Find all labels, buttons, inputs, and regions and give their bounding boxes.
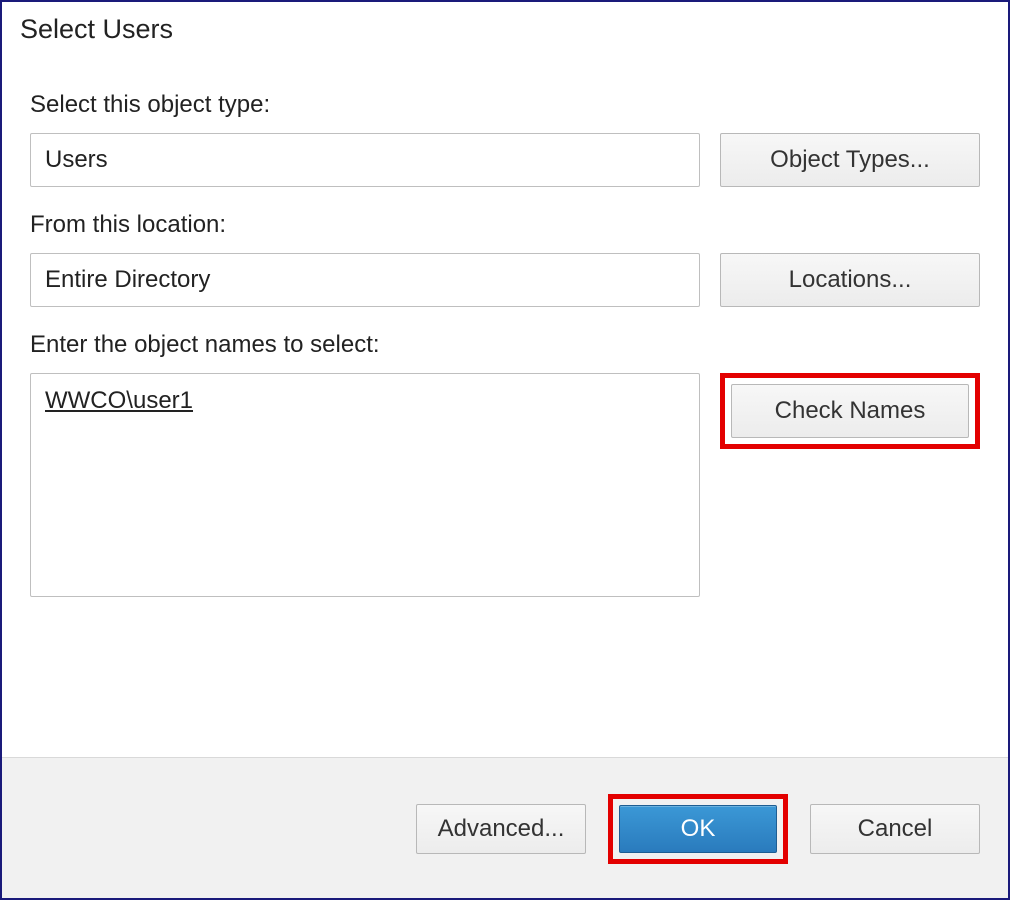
location-section: From this location: Entire Directory Loc… <box>30 211 980 307</box>
object-names-input[interactable]: WWCO\user1 <box>30 373 700 597</box>
locations-button[interactable]: Locations... <box>720 253 980 307</box>
check-names-highlight: Check Names <box>720 373 980 449</box>
dialog-footer: Advanced... OK Cancel <box>2 757 1008 898</box>
names-label: Enter the object names to select: <box>30 331 980 359</box>
advanced-button[interactable]: Advanced... <box>416 804 586 854</box>
location-field: Entire Directory <box>30 253 700 307</box>
check-names-button[interactable]: Check Names <box>731 384 969 438</box>
ok-button[interactable]: OK <box>619 805 777 853</box>
object-name-entry: WWCO\user1 <box>45 387 193 414</box>
select-users-dialog: Select Users Select this object type: Us… <box>0 0 1010 900</box>
object-type-label: Select this object type: <box>30 91 980 119</box>
dialog-content: Select this object type: Users Object Ty… <box>2 51 1008 757</box>
object-type-field: Users <box>30 133 700 187</box>
names-section: Enter the object names to select: WWCO\u… <box>30 331 980 597</box>
location-label: From this location: <box>30 211 980 239</box>
object-type-section: Select this object type: Users Object Ty… <box>30 91 980 187</box>
object-types-button[interactable]: Object Types... <box>720 133 980 187</box>
object-type-value: Users <box>45 145 108 175</box>
ok-highlight: OK <box>608 794 788 864</box>
cancel-button[interactable]: Cancel <box>810 804 980 854</box>
location-value: Entire Directory <box>45 265 210 295</box>
dialog-title: Select Users <box>2 2 1008 51</box>
